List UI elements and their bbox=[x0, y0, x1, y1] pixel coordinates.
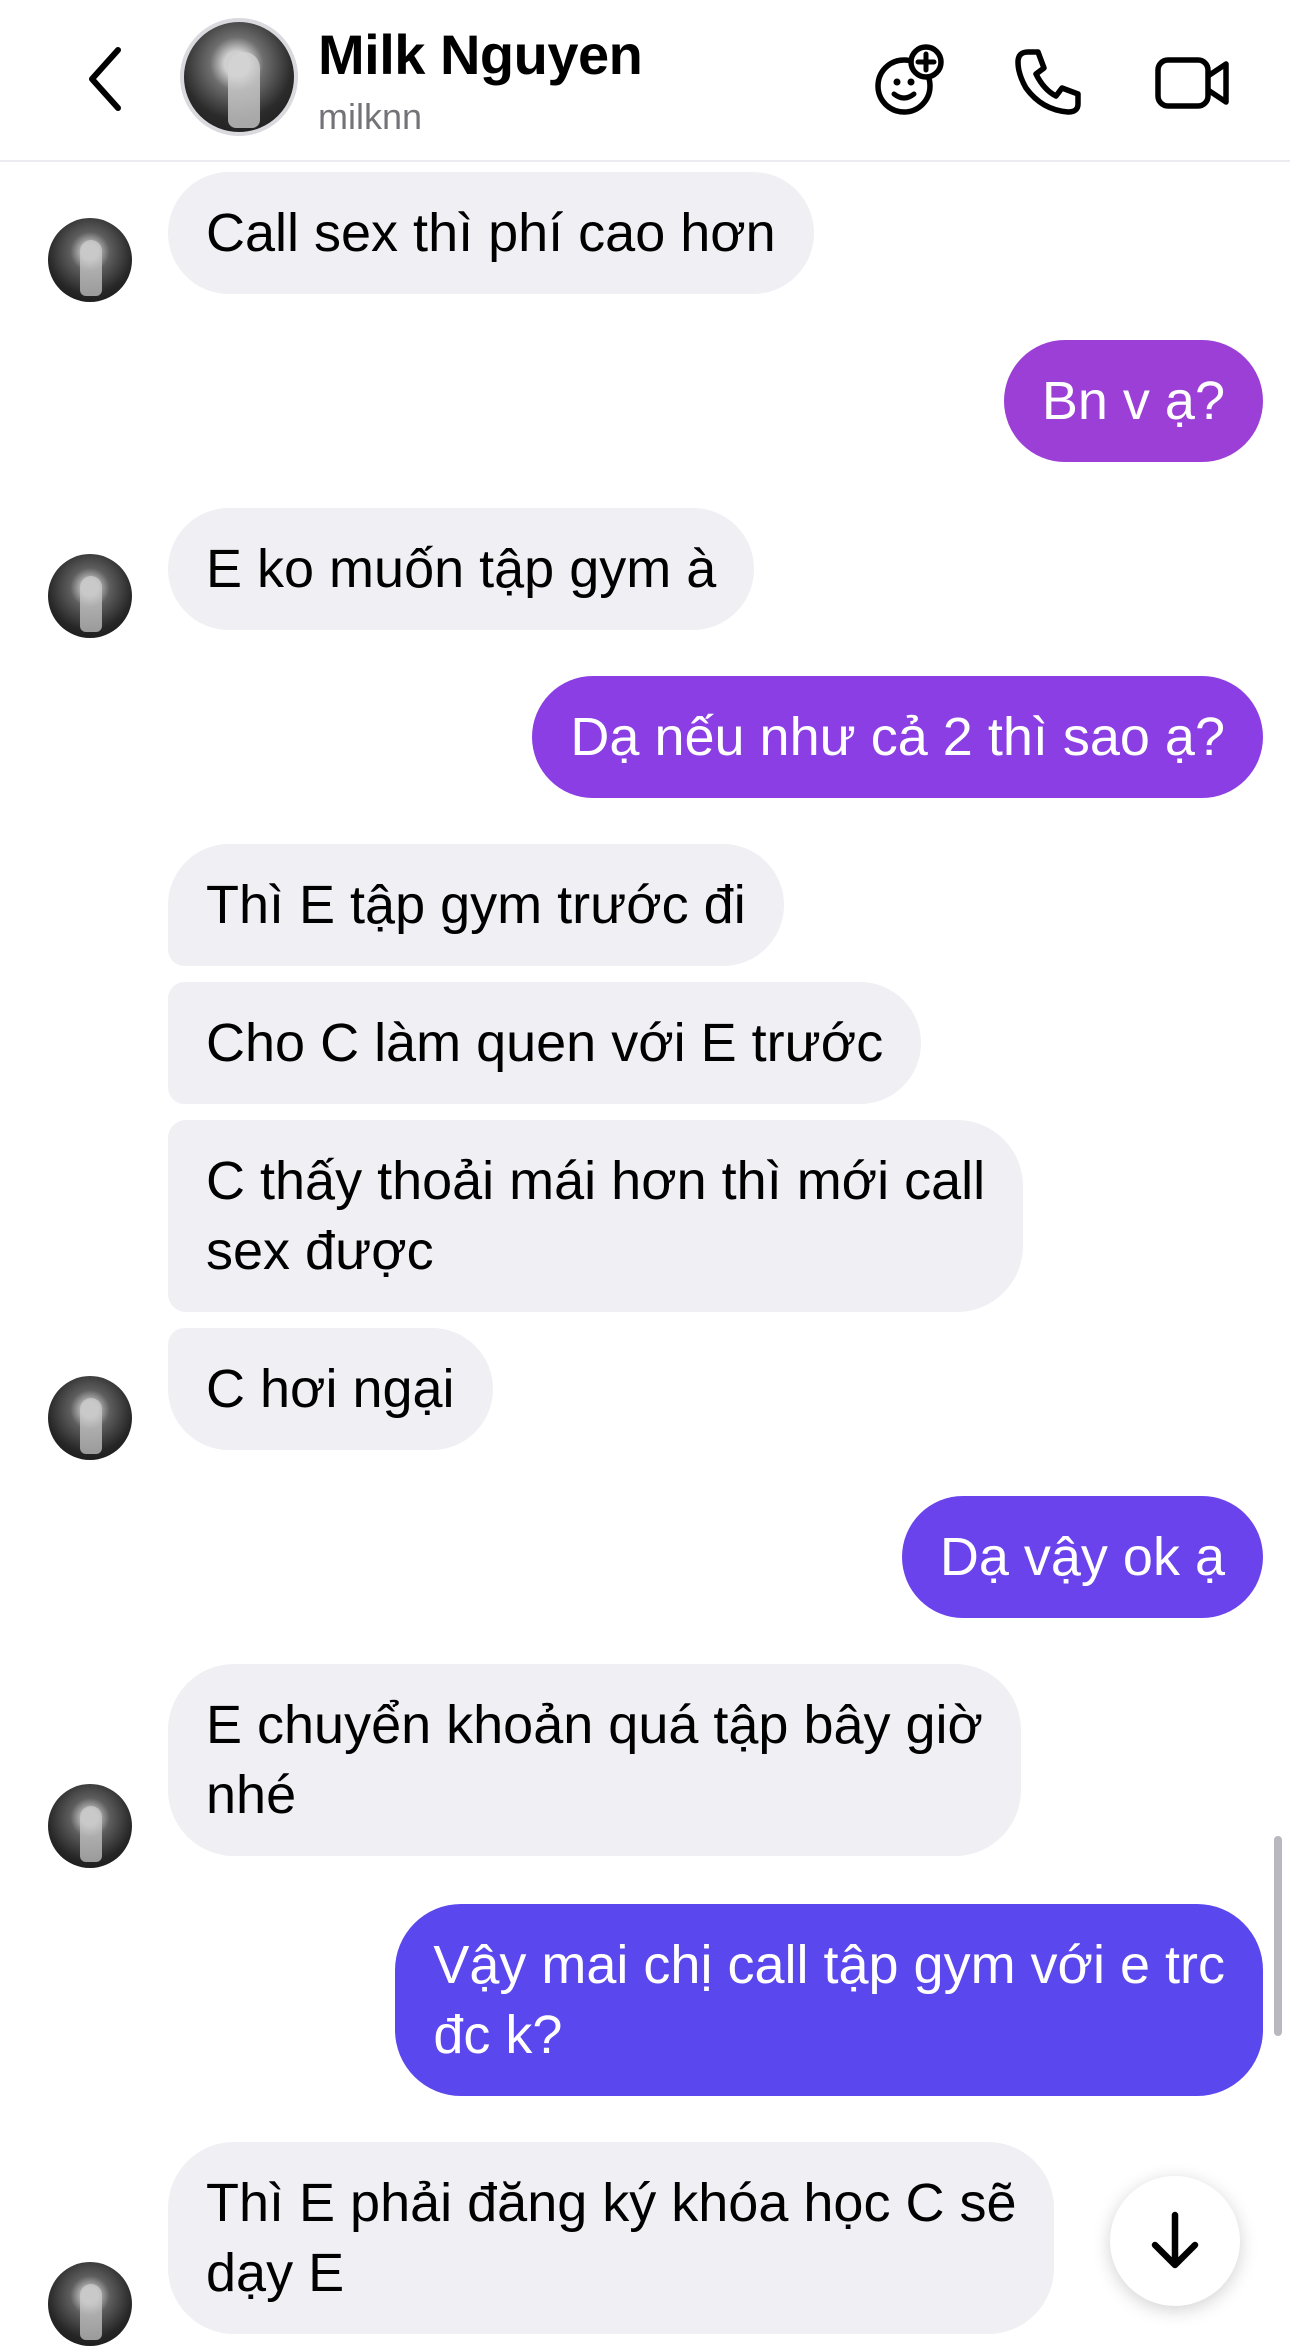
message-bubble-incoming[interactable]: C hơi ngại bbox=[168, 1328, 493, 1450]
video-call-icon bbox=[1155, 57, 1229, 109]
sender-avatar[interactable] bbox=[48, 2262, 132, 2346]
audio-call-button[interactable] bbox=[1006, 40, 1090, 124]
arrow-down-icon bbox=[1151, 2211, 1199, 2269]
message-bubble-outgoing[interactable]: Bn v ạ? bbox=[1003, 340, 1263, 462]
sender-avatar[interactable] bbox=[48, 1784, 132, 1868]
message-bubble-incoming[interactable]: Call sex thì phí cao hơn bbox=[168, 172, 814, 294]
chat-header: Milk Nguyen milknn bbox=[0, 0, 1290, 162]
message-bubble-incoming[interactable]: E ko muốn tập gym à bbox=[168, 508, 755, 630]
message-bubble-incoming[interactable]: Thì E phải đăng ký khóa học C sẽ dạy E bbox=[168, 2142, 1055, 2334]
message-list[interactable]: Call sex thì phí cao hơn Bn v ạ? E ko mu… bbox=[0, 162, 1290, 2352]
message-bubble-incoming[interactable]: E chuyển khoản quá tập bây giờ nhé bbox=[168, 1664, 1021, 1856]
sender-avatar[interactable] bbox=[48, 554, 132, 638]
back-button[interactable] bbox=[78, 42, 138, 116]
contact-handle[interactable]: milknn bbox=[318, 96, 422, 138]
message-bubble-outgoing[interactable]: Vậy mai chị call tập gym với e trc đc k? bbox=[395, 1904, 1263, 2096]
video-call-button[interactable] bbox=[1150, 40, 1234, 124]
message-bubble-incoming[interactable]: C thấy thoải mái hơn thì mới call sex đư… bbox=[168, 1120, 1024, 1312]
message-bubble-outgoing[interactable]: Dạ vậy ok ạ bbox=[901, 1496, 1263, 1618]
add-effect-icon bbox=[875, 44, 944, 115]
effects-button[interactable] bbox=[866, 40, 950, 124]
back-chevron-icon bbox=[89, 47, 121, 111]
contact-avatar[interactable] bbox=[180, 18, 298, 136]
sender-avatar[interactable] bbox=[48, 1376, 132, 1460]
message-bubble-incoming[interactable]: Cho C làm quen với E trước bbox=[168, 982, 922, 1104]
sender-avatar[interactable] bbox=[48, 218, 132, 302]
message-bubble-incoming[interactable]: Thì E tập gym trước đi bbox=[168, 844, 784, 966]
contact-name[interactable]: Milk Nguyen bbox=[318, 22, 643, 87]
scroll-to-bottom-button[interactable] bbox=[1110, 2176, 1240, 2306]
message-bubble-outgoing[interactable]: Dạ nếu như cả 2 thì sao ạ? bbox=[532, 676, 1263, 798]
phone-icon bbox=[1015, 49, 1081, 115]
scrollbar[interactable] bbox=[1274, 1836, 1282, 2036]
